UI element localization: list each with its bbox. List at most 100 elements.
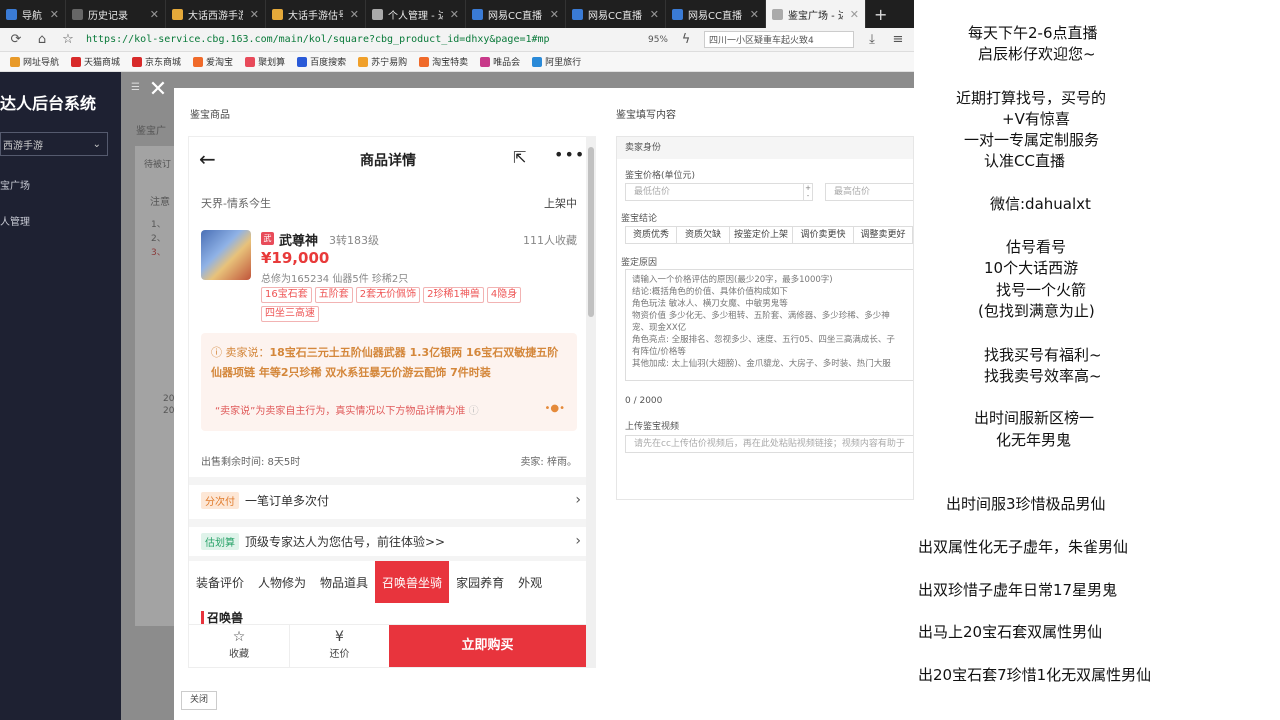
- bookmark-label: 苏宁易购: [371, 58, 408, 68]
- chevron-right-icon: ›: [575, 492, 581, 508]
- appraise-row[interactable]: 估划算 顶级专家达人为您估号，前往体验>> ›: [201, 530, 581, 552]
- bookmark-item[interactable]: 淘宝特卖: [419, 55, 468, 68]
- browser-tab-label: 大话西游手游藏宝: [188, 10, 243, 22]
- browser-tab[interactable]: 网易CC直播 - 大话 ✕: [566, 0, 666, 28]
- browser-tab-label: 网易CC直播 - 大话: [688, 10, 743, 22]
- reason-placeholder-line: 物资价值 多少化无、多少租转、五阶套、满修器、多少珍稀、多少神: [632, 311, 890, 321]
- pending-tab[interactable]: 待被订: [144, 157, 171, 170]
- conclusion-option[interactable]: 调整卖更好: [853, 226, 913, 244]
- bookmark-item[interactable]: 百度搜索: [297, 55, 346, 68]
- star-icon[interactable]: ☆: [60, 32, 76, 47]
- preview-scrollbar-thumb[interactable]: [588, 147, 594, 317]
- bookmark-label: 阿里旅行: [545, 58, 582, 68]
- max-price-input[interactable]: 最高估价: [825, 183, 913, 201]
- detail-tab[interactable]: 物品道具: [313, 561, 375, 603]
- close-icon[interactable]: ✕: [146, 78, 170, 102]
- reason-placeholder-line: 请输入一个价格评估的原因(最少20字，最多1000字): [632, 275, 833, 285]
- stream-overlay-line: 估号看号: [1006, 238, 1067, 256]
- browser-tab[interactable]: 网易CC直播 - 大话 ✕: [466, 0, 566, 28]
- bookmark-item[interactable]: 聚划算: [245, 55, 285, 68]
- stream-overlay-line: 近期打算找号，买号的: [956, 89, 1107, 107]
- min-price-stepper[interactable]: + -: [803, 183, 813, 201]
- chevron-right-icon: ›: [575, 533, 581, 549]
- bookmark-label: 唯品会: [493, 58, 521, 68]
- tab-close-icon[interactable]: ✕: [650, 8, 659, 21]
- home-icon[interactable]: ⌂: [34, 32, 50, 47]
- browser-tab[interactable]: 网易CC直播 - 大话 ✕: [666, 0, 766, 28]
- download-icon[interactable]: ⤓: [864, 32, 880, 47]
- conclusion-option[interactable]: 资质欠缺: [676, 226, 730, 244]
- game-select[interactable]: 西游手游 ⌄: [0, 132, 108, 156]
- tab-close-icon[interactable]: ✕: [250, 8, 259, 21]
- bookmark-item[interactable]: 爱淘宝: [193, 55, 233, 68]
- installment-row[interactable]: 分次付 一笔订单多次付 ›: [201, 489, 581, 511]
- min-price-input[interactable]: 最低估价: [625, 183, 813, 201]
- tab-favicon-icon: [72, 8, 83, 20]
- bargain-button[interactable]: ¥ 还价: [289, 625, 389, 667]
- lightning-icon[interactable]: ϟ: [678, 32, 694, 47]
- appraise-text: 顶级专家达人为您估号，前往体验>>: [245, 534, 446, 549]
- sidebar-item-square[interactable]: 宝广场: [0, 177, 30, 192]
- zoom-level[interactable]: 95%: [648, 35, 668, 45]
- detail-tab[interactable]: 外观: [511, 561, 549, 603]
- seller-identity-header: 卖家身份: [617, 137, 913, 159]
- tab-favicon-icon: [772, 8, 783, 20]
- installment-text: 一笔订单多次付: [245, 493, 330, 508]
- tab-close-icon[interactable]: ✕: [850, 8, 859, 21]
- menu-toggle-icon[interactable]: ☰: [131, 82, 140, 93]
- bookmark-item[interactable]: 苏宁易购: [358, 55, 407, 68]
- conclusion-option[interactable]: 按鉴定价上架: [729, 226, 793, 244]
- detail-tab[interactable]: 装备评价: [189, 561, 251, 603]
- browser-tab[interactable]: 鉴宝广场 - 达人后台 ✕: [766, 0, 866, 28]
- browser-tab[interactable]: 大话西游手游藏宝 ✕: [166, 0, 266, 28]
- more-icon[interactable]: •••: [554, 145, 585, 164]
- stream-overlay: 每天下午2-6点直播 启辰彬仔欢迎您~ 近期打算找号，买号的 +V有惊喜 一对一专属定制…: [914, 0, 1280, 720]
- new-tab-icon[interactable]: +: [866, 5, 895, 24]
- browser-tab[interactable]: 大话手游估号鉴定 ✕: [266, 0, 366, 28]
- bookmark-item[interactable]: 京东商城: [132, 55, 181, 68]
- tab-favicon-icon: [372, 8, 383, 20]
- bookmark-icon: [532, 56, 543, 67]
- refresh-icon[interactable]: ⟳: [8, 32, 24, 47]
- tab-close-icon[interactable]: ✕: [350, 8, 359, 21]
- detail-tab[interactable]: 召唤兽坐骑: [375, 561, 450, 603]
- detail-tab[interactable]: 家园养育: [449, 561, 511, 603]
- bookmark-item[interactable]: 天猫商城: [71, 55, 120, 68]
- video-link-input[interactable]: 请先在cc上传估价视频后，再在此处粘贴视频链接；视频内容有助于: [625, 435, 913, 453]
- close-button[interactable]: 关闭: [181, 691, 217, 710]
- seller-note: “卖家说”为卖家自主行为，真实情况以下方物品详情为准 ⓘ: [215, 402, 479, 417]
- notice-label: 注意: [150, 197, 170, 208]
- detail-tab[interactable]: 人物修为: [251, 561, 313, 603]
- menu-icon[interactable]: ≡: [890, 32, 906, 47]
- item-tag: 四坐三高速: [261, 306, 319, 322]
- buy-now-button[interactable]: 立即购买: [389, 625, 586, 667]
- conclusion-option[interactable]: 资质优秀: [625, 226, 677, 244]
- share-icon[interactable]: ⇱: [513, 148, 526, 167]
- tab-close-icon[interactable]: ✕: [550, 8, 559, 21]
- more-dots-icon[interactable]: •●•: [544, 403, 565, 414]
- tab-favicon-icon: [672, 8, 683, 20]
- browser-tab[interactable]: 导航 - 轻快上 ✕: [0, 0, 66, 28]
- question-icon[interactable]: ⓘ: [469, 406, 479, 417]
- bookmark-item[interactable]: 唯品会: [480, 55, 520, 68]
- url-field[interactable]: https://kol-service.cbg.163.com/main/kol…: [86, 31, 638, 49]
- tab-close-icon[interactable]: ✕: [150, 8, 159, 21]
- browser-tab[interactable]: 历史记录 ✕: [66, 0, 166, 28]
- browser-tab[interactable]: 个人管理 - 达人后 ✕: [366, 0, 466, 28]
- tab-close-icon[interactable]: ✕: [450, 8, 459, 21]
- bookmark-item[interactable]: 阿里旅行: [532, 55, 581, 68]
- sidebar-item-personal[interactable]: 人管理: [0, 213, 30, 228]
- reason-textarea[interactable]: 请输入一个价格评估的原因(最少20字，最多1000字) 结论:概括角色的价值、具…: [625, 269, 913, 381]
- tab-close-icon[interactable]: ✕: [750, 8, 759, 21]
- divider: [189, 519, 587, 527]
- collect-button[interactable]: ☆ 收藏: [189, 625, 289, 667]
- bookmark-item[interactable]: 网址导航: [10, 55, 59, 68]
- conclusion-option[interactable]: 调价卖更快: [792, 226, 854, 244]
- collect-label: 收藏: [229, 649, 249, 660]
- search-box[interactable]: 四川一小区疑重车起火致4: [704, 31, 854, 48]
- seller-says: ⓘ 卖家说：18宝石三元土五阶仙器武器 1.3亿银两 16宝石双敏捷五阶仙器项链…: [211, 343, 567, 383]
- game-select-value: 西游手游: [3, 140, 43, 152]
- admin-sidebar: [0, 72, 121, 720]
- address-bar: ⟳ ⌂ ☆ https://kol-service.cbg.163.com/ma…: [0, 28, 914, 52]
- tab-close-icon[interactable]: ✕: [50, 8, 59, 21]
